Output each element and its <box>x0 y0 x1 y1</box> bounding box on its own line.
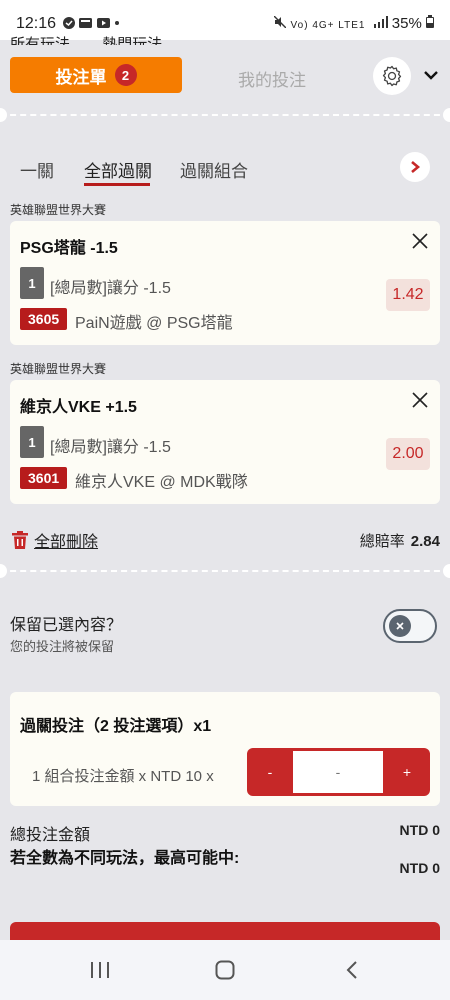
parlay-title: 過關投注（2 投注選項）x1 <box>20 718 212 735</box>
trash-icon <box>12 531 28 549</box>
network-label: Vo) 4G+ LTE1 <box>290 20 366 31</box>
selection-title: 維京人VKE +1.5 <box>20 399 137 416</box>
mute-icon <box>273 15 287 29</box>
betslip-tab-label: 投注單 <box>55 67 107 87</box>
divider-notch <box>443 108 450 122</box>
keep-selections-subtitle: 您的投注將被保留 <box>10 639 115 654</box>
remove-selection-button[interactable] <box>410 390 430 410</box>
chevron-right-icon <box>411 161 421 173</box>
decrease-stake-button[interactable]: - <box>247 748 293 796</box>
notification-icon-group <box>63 17 119 29</box>
total-odds: 總賠率 2.84 <box>360 530 440 551</box>
active-tab-indicator <box>84 183 150 186</box>
match-name: 維京人VKE @ MDK戰隊 <box>75 474 248 491</box>
increase-stake-button[interactable]: + <box>384 748 430 796</box>
league-name: 英雄聯盟世界大賽 <box>10 362 107 376</box>
system-nav-bar <box>0 940 450 1000</box>
status-time: 12:16 <box>16 15 57 32</box>
selection-market: [總局數]讓分 -1.5 <box>50 439 171 456</box>
selection-card: 維京人VKE +1.5 1 [總局數]讓分 -1.5 3601 維京人VKE @… <box>10 380 440 504</box>
selection-number: 1 <box>20 426 44 458</box>
match-code: 3605 <box>20 308 68 330</box>
divider <box>0 114 450 116</box>
background-tabs: 所有玩法 熱門玩法 <box>10 33 190 45</box>
settings-button[interactable] <box>373 57 411 95</box>
selection-odds: 1.42 <box>386 279 430 311</box>
home-button[interactable] <box>213 956 237 984</box>
remove-selection-button[interactable] <box>410 231 430 251</box>
betslip-count-badge: 2 <box>114 64 137 86</box>
battery-icon <box>426 15 434 28</box>
stake-amount-input[interactable] <box>293 751 383 793</box>
background-tab: 熱門玩法 <box>102 36 163 45</box>
selection-market: [總局數]讓分 -1.5 <box>50 280 171 297</box>
selection-title: PSG塔龍 -1.5 <box>20 240 118 257</box>
delete-all-label: 全部刪除 <box>34 534 99 551</box>
tab-all-parlay[interactable]: 全部過關 <box>84 157 152 182</box>
notification-icons <box>62 16 122 33</box>
status-right: Vo) 4G+ LTE1 35% <box>273 15 434 32</box>
keep-selections-title: 保留已選內容？ <box>10 617 123 634</box>
selection-odds: 2.00 <box>386 438 430 470</box>
my-bets-tab[interactable]: 我的投注 <box>238 66 306 91</box>
max-payout-value: NTD 0 <box>399 860 440 876</box>
selection-number: 1 <box>20 267 44 299</box>
tab-single[interactable]: 一關 <box>20 157 54 182</box>
keep-selections-toggle[interactable] <box>383 609 437 643</box>
match-name: PaiN遊戲 @ PSG塔龍 <box>75 315 233 332</box>
league-name: 英雄聯盟世界大賽 <box>10 203 107 217</box>
recent-apps-icon <box>91 962 109 978</box>
recent-apps-button[interactable] <box>88 956 112 984</box>
gear-icon <box>382 65 402 87</box>
home-icon <box>215 960 235 980</box>
battery-percent: 35% <box>391 15 422 32</box>
back-button[interactable] <box>340 956 364 984</box>
back-icon <box>346 961 357 979</box>
tabs-next-button[interactable] <box>400 152 430 182</box>
selection-card: PSG塔龍 -1.5 1 [總局數]讓分 -1.5 3605 PaiN遊戲 @ … <box>10 221 440 345</box>
close-icon <box>412 233 428 249</box>
signal-icon <box>373 16 388 28</box>
x-icon <box>396 622 404 630</box>
parlay-stake-card: 過關投注（2 投注選項）x1 1 組合投注金額 x NTD 10 x - + <box>10 692 440 806</box>
max-payout-label: 若全數為不同玩法，最高可能中: <box>10 850 240 867</box>
betslip-tab[interactable]: 投注單 2 <box>10 57 182 93</box>
delete-all-button[interactable]: 全部刪除 <box>12 528 98 552</box>
stake-description: 1 組合投注金額 x NTD 10 x <box>32 768 214 785</box>
collapse-button[interactable] <box>420 64 442 86</box>
stake-stepper: - + <box>247 748 430 796</box>
match-code: 3601 <box>20 467 68 489</box>
toggle-knob <box>389 615 411 637</box>
divider <box>0 570 450 572</box>
total-stake-value: NTD 0 <box>399 822 440 838</box>
tab-parlay-combo[interactable]: 過關組合 <box>180 157 248 182</box>
chevron-down-icon <box>424 71 438 80</box>
total-odds-label: 總賠率 <box>359 533 405 550</box>
background-tab: 所有玩法 <box>10 36 71 45</box>
total-stake-label: 總投注金額 <box>10 827 91 844</box>
total-odds-value: 2.84 <box>410 533 440 550</box>
divider-notch <box>443 564 450 578</box>
close-icon <box>412 392 428 408</box>
